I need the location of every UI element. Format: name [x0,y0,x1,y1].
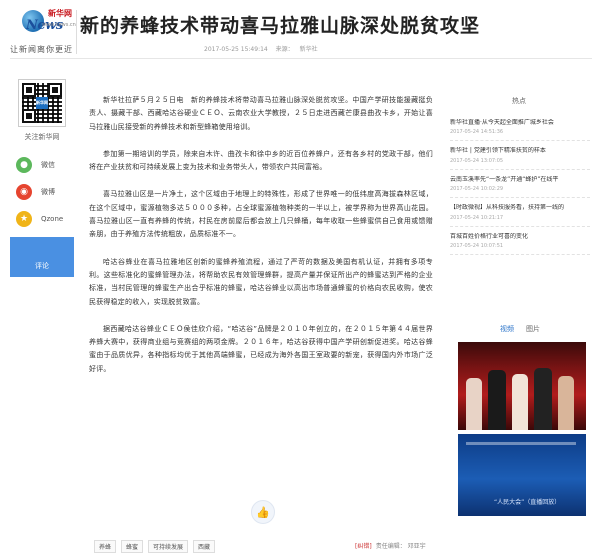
tab-video[interactable]: 视频 [500,324,514,334]
thumb-figure [466,378,482,430]
wechat-icon: ● [16,157,32,173]
hot-item-title: 新华社直播·从今天起全面推广城乡社会 [450,119,554,126]
tab-photos[interactable]: 图片 [526,324,540,334]
share-item-微博[interactable]: ◉ 微博 [10,183,74,201]
tag-link[interactable]: 西藏 [193,540,216,553]
qr-code: 新华网 [18,79,66,127]
right-sidebar: 热点 新华社直播·从今天起全面推广城乡社会 2017-05-24 14:51:36… [450,96,590,516]
share-label: 微信 [41,161,55,169]
qr-center-logo: 新华网 [36,97,48,109]
logo-cn-text: 新华网 [48,9,72,18]
thumbs-up-icon: 👍 [256,505,270,519]
article-title: 新的养蜂技术带动喜马拉雅山脉深处脱贫攻坚 [80,15,481,37]
article-paragraph: 哈达谷蜂业在喜马拉雅地区创新的蜜蜂养殖流程，通过了严苛的数据及美国有机认证，并拥… [89,257,433,306]
media-tabs: 视频 图片 [500,324,540,334]
follow-text: 关注新华网 [24,133,60,141]
hot-list-item[interactable]: 百城百姓价格行业可喜的变化 2017-05-24 10:07:51 [450,230,590,255]
article-body: 新华社拉萨５月２５日电 新的养蜂技术将带动喜马拉雅山脉深处脱贫攻坚。中国产学研技… [89,94,433,390]
thumb-figure [558,376,574,430]
thumb-caption: “人民大会”（直播回放） [494,499,561,506]
hot-section-title: 热点 [512,97,526,105]
hot-item-title: 【时政微视】从科技服务看，扶持第一线的 [450,204,565,212]
weibo-icon: ◉ [16,184,32,200]
article-paragraph: 据西藏哈达谷蜂业ＣＥＯ侯佳欣介绍，“哈达谷”品牌是２０１０年创立的，在２０１５年… [89,324,433,373]
hot-item-title: 云南玉溪率先“一条龙”开通“蜂护”在线平 [450,175,559,183]
editor-name: 责任编辑： 邓亚宇 [375,543,426,550]
hot-item-time: 2017-05-24 10:21:17 [450,214,504,221]
qzone-icon: ★ [16,211,32,227]
share-list: ● 微信 ◉ 微博 ★ Qzone [10,156,74,228]
article-meta: 2017-05-25 15:49:14 来源： 新华社 [204,44,324,53]
hot-item-time: 2017-05-24 13:07:05 [450,157,504,164]
video-thumbnail-2[interactable]: “人民大会”（直播回放） [458,434,586,516]
share-item-微信[interactable]: ● 微信 [10,156,74,174]
article-tags: 养蜂 蜂蜜 可持续发展 西藏 [94,540,216,553]
thumb-banner [466,442,576,445]
qr-corner [22,109,36,123]
hot-list-item[interactable]: 新华社 | 党建引领下精准扶贫的样本 2017-05-24 13:07:05 [450,144,590,170]
tag-link[interactable]: 蜂蜜 [121,540,144,553]
hot-item-time: 2017-05-24 14:51:36 [450,129,504,136]
hot-list-item[interactable]: 【时政微视】从科技服务看，扶持第一线的 2017-05-24 10:21:17 [450,201,590,227]
tag-link[interactable]: 养蜂 [94,540,117,553]
hot-list: 新华社直播·从今天起全面推广城乡社会 2017-05-24 14:51:36 新华社… [450,116,590,255]
hot-list-item[interactable]: 新华社直播·从今天起全面推广城乡社会 2017-05-24 14:51:36 [450,116,590,142]
like-button[interactable]: 👍 [251,500,275,524]
article-paragraph: 新华社拉萨５月２５日电 新的养蜂技术将带动喜马拉雅山脉深处脱贫攻坚。中国产学研技… [89,96,433,131]
editor-info: [纠错] 责任编辑： 邓亚宇 [355,541,426,550]
share-label: Qzone [41,215,64,223]
publish-time: 2017-05-25 15:49:14 [204,46,268,53]
error-report-link[interactable]: [纠错] [355,543,372,550]
qr-corner [22,83,36,97]
logo-url-text: www.news.cn [42,22,76,28]
tag-link[interactable]: 可持续发展 [148,540,189,553]
site-slogan: 让新闻离你更近 [10,45,73,54]
header-divider [76,10,77,54]
source-label: 来源： [275,46,294,53]
qr-corner [48,83,62,97]
share-sidebar: 新华网 关注新华网 ● 微信 ◉ 微博 ★ Qzone 评论 [10,79,74,277]
hot-item-time: 2017-05-24 10:07:51 [450,242,504,249]
source-name: 新华社 [299,46,318,53]
header-rule [10,58,592,59]
article-paragraph: 喜马拉雅山区是一片净土，这个区域由于地理上的特殊性，形成了世界唯一的低纬度高海拔… [89,190,433,239]
hot-item-title: 新华社 | 党建引领下精准扶贫的样本 [450,147,546,155]
share-label: 微博 [41,188,55,196]
share-item-qzone[interactable]: ★ Qzone [10,210,74,228]
comment-button[interactable]: 评论 [10,237,74,277]
video-thumbnail-1[interactable] [458,342,586,430]
hot-item-title: 百城百姓价格行业可喜的变化 [450,232,529,240]
thumb-figure [512,374,528,430]
thumb-figure [534,368,552,430]
hot-item-time: 2017-05-24 10:02:29 [450,186,504,193]
hot-list-item[interactable]: 云南玉溪率先“一条龙”开通“蜂护”在线平 2017-05-24 10:02:29 [450,173,590,199]
article-paragraph: 参加第一期培训的学员，除来自木许、曲孜卡和徐中乡的近百位养蜂户，还有各乡村的党政… [89,149,433,172]
thumb-figure [488,370,506,430]
